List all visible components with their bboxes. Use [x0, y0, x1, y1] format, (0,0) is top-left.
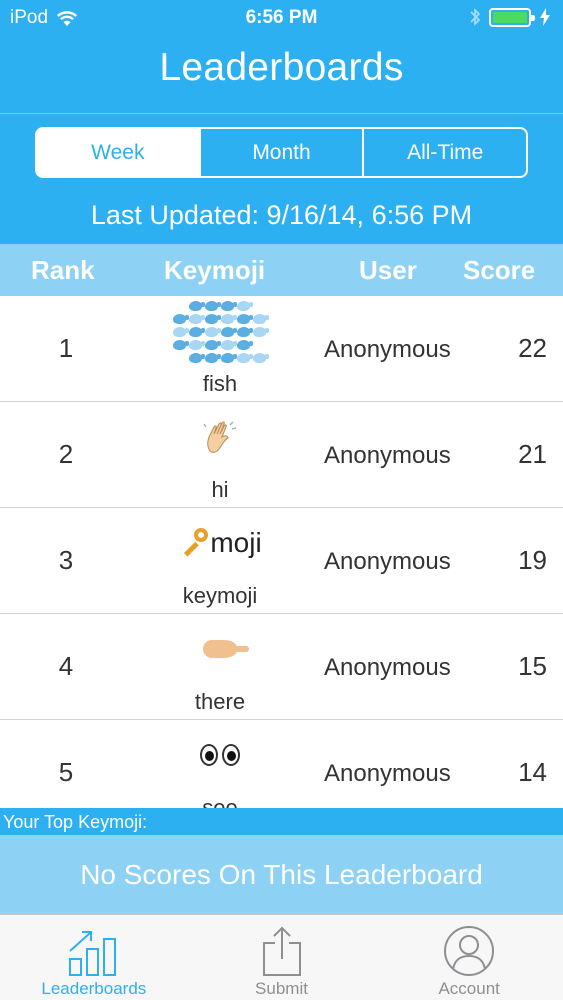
your-top-keymoji-label: Your Top Keymoji: — [0, 808, 563, 835]
tab-account[interactable]: Account — [375, 915, 563, 1000]
rank-value: 1 — [58, 333, 74, 363]
keymoji-cell — [130, 620, 310, 678]
keymoji-cell: moji — [130, 514, 310, 572]
period-segmented-control: Week Month All-Time — [35, 127, 528, 178]
tab-submit[interactable]: Submit — [188, 915, 376, 1000]
waving-hand-icon — [203, 421, 237, 453]
header-area: iPod 6:56 PM Leaderboards Week Month All… — [0, 0, 563, 244]
person-icon — [444, 926, 495, 976]
keymoji-cell — [130, 408, 310, 466]
user-name: Anonymous — [324, 442, 451, 469]
keymoji-cell — [130, 300, 310, 363]
column-user: User — [359, 255, 417, 285]
column-keymoji: Keymoji — [164, 255, 266, 285]
keymoji-word: fish — [202, 371, 238, 396]
tab-leaderboards[interactable]: Leaderboards — [0, 915, 188, 1000]
keymoji-word: see — [202, 795, 238, 808]
title-divider — [0, 113, 563, 114]
column-score: Score — [463, 255, 536, 285]
rank-value: 4 — [58, 651, 74, 681]
score-value: 21 — [518, 439, 547, 469]
user-name: Anonymous — [324, 654, 451, 681]
pointing-hand-icon — [203, 640, 249, 658]
column-rank: Rank — [31, 255, 95, 285]
page-title: Leaderboards — [159, 46, 404, 89]
status-bar: iPod 6:56 PM — [0, 0, 563, 36]
score-value: 22 — [518, 333, 547, 363]
rank-value: 3 — [58, 545, 74, 575]
table-row[interactable]: 5 see Anonymous 14 — [0, 720, 563, 808]
table-row[interactable]: 2 hi Anonymous 21 — [0, 402, 563, 508]
user-name: Anonymous — [324, 760, 451, 787]
table-row[interactable]: 4 there Anonymous 15 — [0, 614, 563, 720]
whale-grid-icon — [172, 299, 269, 364]
tab-label: Leaderboards — [41, 979, 147, 998]
bluetooth-icon — [470, 8, 481, 26]
user-name: Anonymous — [324, 548, 451, 575]
no-scores-message: No Scores On This Leaderboard — [0, 835, 563, 914]
segment-month[interactable]: Month — [198, 129, 363, 176]
keymoji-word: hi — [211, 477, 229, 502]
keymoji-word: keymoji — [182, 583, 258, 608]
segment-all-time[interactable]: All-Time — [362, 129, 526, 176]
score-value: 15 — [518, 651, 547, 681]
leaderboard-list[interactable]: 1 fish Anonymous 22 2 hi Anonymous 21 3 — [0, 296, 563, 808]
key-icon — [178, 528, 209, 558]
user-name: Anonymous — [324, 336, 451, 363]
battery-icon — [489, 7, 535, 27]
tab-label: Submit — [255, 979, 308, 998]
table-header: Rank Keymoji User Score — [0, 244, 563, 296]
rank-value: 2 — [58, 439, 74, 469]
last-updated-label: Last Updated: 9/16/14, 6:56 PM — [90, 200, 473, 230]
table-row[interactable]: 3 moji keymoji Anonymous 19 — [0, 508, 563, 614]
score-value: 14 — [518, 757, 547, 787]
share-icon — [262, 926, 301, 976]
rank-value: 5 — [58, 757, 74, 787]
table-row[interactable]: 1 fish Anonymous 22 — [0, 296, 563, 402]
keymoji-cell — [130, 726, 310, 784]
charging-bolt-icon — [540, 8, 550, 26]
bar-chart-icon — [68, 931, 116, 976]
score-value: 19 — [518, 545, 547, 575]
eyes-icon — [200, 744, 240, 766]
tab-bar: Leaderboards Submit Account — [0, 914, 563, 1000]
keymoji-emoji-text: moji — [210, 527, 262, 558]
tab-label: Account — [438, 979, 500, 998]
keymoji-word: there — [194, 689, 246, 714]
segment-week[interactable]: Week — [37, 129, 199, 176]
